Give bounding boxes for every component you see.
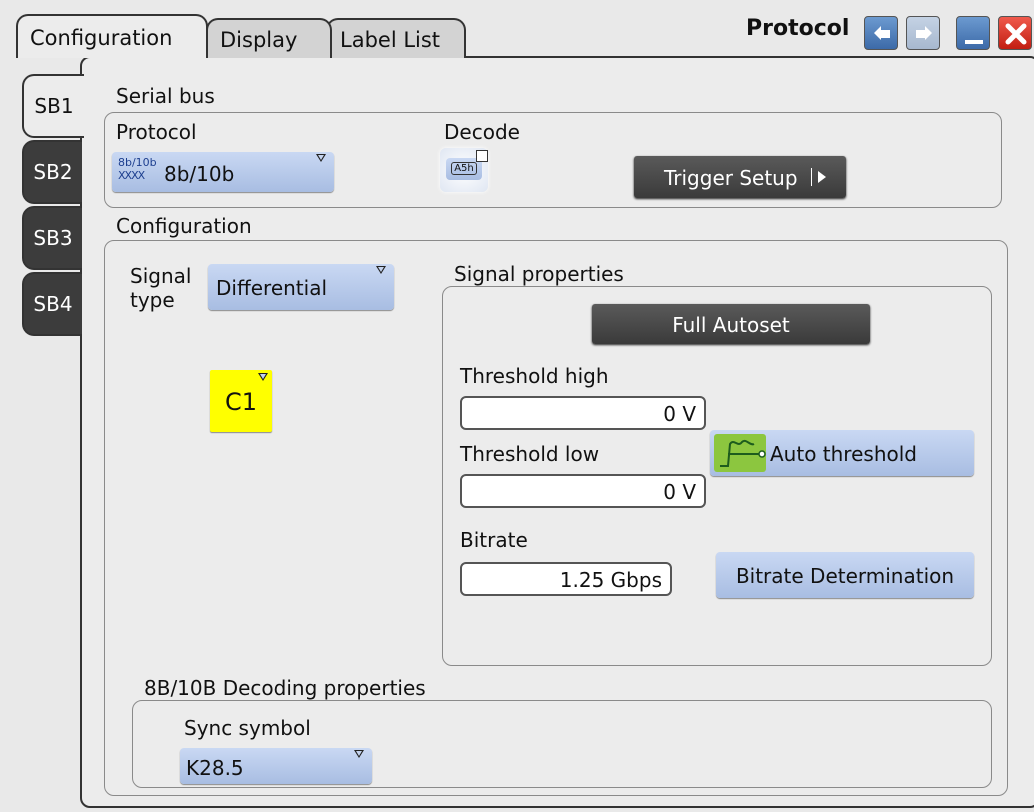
bitrate-determination-button[interactable]: Bitrate Determination — [716, 552, 974, 598]
sidebar-tab-sb2[interactable]: SB2 — [22, 140, 82, 204]
sync-symbol-dropdown[interactable]: K28.5 — [180, 748, 372, 784]
tab-label-list-text: Label List — [340, 28, 441, 52]
undo-icon — [874, 26, 890, 40]
sidebar-tab-sb4[interactable]: SB4 — [22, 272, 82, 336]
tab-label-list[interactable]: Label List — [326, 18, 466, 58]
signal-type-line1: Signal — [130, 264, 192, 288]
decoding-properties-label: 8B/10B Decoding properties — [144, 676, 426, 700]
protocol-8b10b-icon: 8b/10b XXXX — [118, 156, 158, 188]
minimize-button[interactable] — [956, 16, 990, 50]
close-button[interactable] — [998, 16, 1032, 50]
auto-threshold-icon — [714, 434, 766, 472]
redo-button[interactable] — [906, 16, 940, 50]
sb3-label: SB3 — [33, 226, 73, 250]
threshold-low-label: Threshold low — [460, 442, 600, 466]
close-icon — [1005, 23, 1027, 45]
signal-type-line2: type — [130, 288, 175, 312]
decode-label: Decode — [444, 120, 520, 144]
threshold-high-field[interactable]: 0 V — [460, 396, 706, 430]
configuration-label: Configuration — [116, 214, 252, 238]
chevron-down-icon — [258, 373, 268, 381]
threshold-high-value: 0 V — [663, 402, 696, 426]
bitrate-value: 1.25 Gbps — [559, 568, 662, 592]
decode-button[interactable]: A5h — [440, 148, 488, 192]
sync-symbol-value: K28.5 — [186, 756, 244, 780]
protocol-dropdown[interactable]: 8b/10b XXXX 8b/10b — [112, 152, 334, 192]
tab-display[interactable]: Display — [206, 18, 332, 58]
protocol-icon-top: 8b/10b — [118, 156, 157, 169]
protocol-value: 8b/10b — [164, 162, 235, 186]
serial-bus-label: Serial bus — [116, 84, 215, 108]
redo-icon — [916, 26, 932, 40]
decode-checkbox-icon — [476, 150, 488, 162]
signal-type-label: Signal type — [130, 264, 191, 312]
button-divider — [811, 168, 812, 186]
play-arrow-icon — [818, 171, 826, 183]
signal-properties-label: Signal properties — [454, 262, 624, 286]
bitrate-field[interactable]: 1.25 Gbps — [460, 562, 672, 596]
chevron-down-icon — [316, 154, 326, 162]
full-autoset-label: Full Autoset — [672, 313, 790, 337]
channel-value: C1 — [224, 388, 258, 416]
threshold-low-field[interactable]: 0 V — [460, 474, 706, 508]
signal-type-dropdown[interactable]: Differential — [208, 264, 394, 310]
trigger-setup-button[interactable]: Trigger Setup — [634, 156, 846, 198]
sidebar-tab-sb3[interactable]: SB3 — [22, 206, 82, 270]
sb2-label: SB2 — [33, 160, 73, 184]
undo-button[interactable] — [864, 16, 898, 50]
sync-symbol-label: Sync symbol — [184, 716, 311, 740]
protocol-label: Protocol — [116, 120, 197, 144]
minimize-icon — [965, 40, 983, 44]
window-title: Protocol — [746, 16, 850, 41]
protocol-icon-bottom: XXXX — [118, 169, 145, 182]
threshold-low-value: 0 V — [663, 480, 696, 504]
trigger-setup-label: Trigger Setup — [664, 166, 798, 190]
sb1-label: SB1 — [34, 94, 74, 118]
chevron-down-icon — [376, 266, 386, 274]
tab-configuration[interactable]: Configuration — [16, 14, 208, 58]
tab-configuration-text: Configuration — [30, 26, 173, 50]
chevron-down-icon — [354, 750, 364, 758]
threshold-high-label: Threshold high — [460, 364, 609, 388]
bitrate-determination-label: Bitrate Determination — [735, 564, 955, 588]
auto-threshold-button[interactable]: Auto threshold — [710, 430, 974, 476]
sb4-label: SB4 — [33, 292, 73, 316]
threshold-waveform-icon — [720, 439, 766, 467]
sidebar-tab-sb1[interactable]: SB1 — [22, 74, 84, 138]
bitrate-label: Bitrate — [460, 528, 528, 552]
channel-selector[interactable]: C1 — [210, 370, 272, 432]
tab-display-text: Display — [220, 28, 298, 52]
auto-threshold-label: Auto threshold — [770, 442, 917, 466]
signal-type-value: Differential — [216, 276, 328, 300]
full-autoset-button[interactable]: Full Autoset — [592, 304, 870, 344]
decode-icon-text: A5h — [451, 162, 477, 175]
